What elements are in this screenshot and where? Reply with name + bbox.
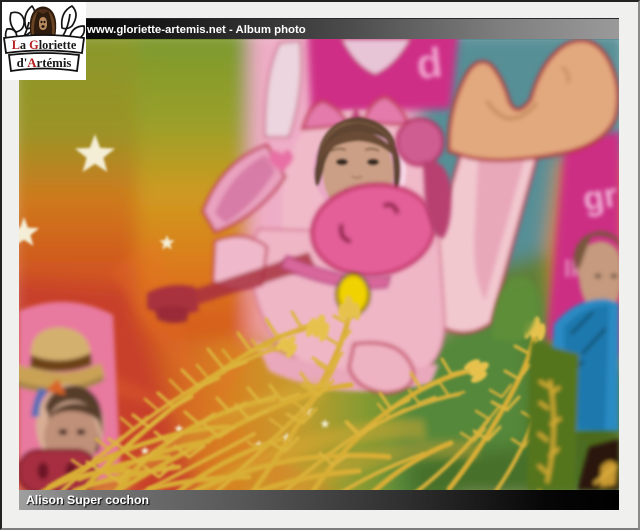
svg-text:d'Artémis: d'Artémis [17,56,72,70]
svg-text:gr: gr [580,176,619,219]
svg-text:d: d [414,39,444,88]
svg-text:​La Gloriette: ​La Gloriette [12,38,77,52]
